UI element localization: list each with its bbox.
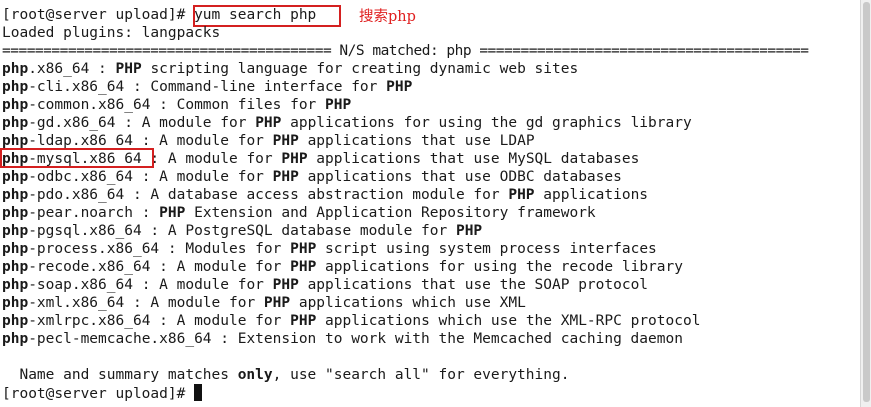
matched-header: ========================================… xyxy=(2,43,809,59)
result-php-keyword: PHP xyxy=(272,133,299,149)
final-prompt-line[interactable]: [root@server upload]# xyxy=(2,384,203,402)
result-description: -cli.x86_64 : Command-line interface for xyxy=(28,79,387,95)
result-package-keyword: php xyxy=(2,313,29,329)
result-row: php-soap.x86_64 : A module for PHP appli… xyxy=(2,276,648,294)
result-php-keyword: PHP xyxy=(325,97,352,113)
result-package-keyword: php xyxy=(2,295,29,311)
result-package-keyword: php xyxy=(2,331,29,347)
result-php-keyword: PHP xyxy=(508,187,535,203)
result-package-keyword: php xyxy=(2,61,29,77)
result-row: php-pecl-memcache.x86_64 : Extension to … xyxy=(2,330,683,348)
result-row: php.x86_64 : PHP scripting language for … xyxy=(2,60,578,78)
result-description-rest: applications which use the XML-RPC proto… xyxy=(316,313,701,329)
result-php-keyword: PHP xyxy=(255,115,282,131)
plugins-line: Loaded plugins: langpacks xyxy=(2,25,221,41)
result-package-keyword: php xyxy=(2,205,29,221)
scrollbar-thumb[interactable] xyxy=(863,2,870,402)
result-description-rest: applications for using the gd graphics l… xyxy=(281,115,692,131)
text-cursor xyxy=(194,384,203,401)
vertical-scrollbar[interactable] xyxy=(860,0,871,407)
result-description-rest: Extension and Application Repository fra… xyxy=(185,205,596,221)
search-annotation: 搜索php xyxy=(359,9,416,25)
summary-line: Name and summary matches only, use "sear… xyxy=(2,366,569,384)
result-description: -xml.x86_64 : A module for xyxy=(28,295,264,311)
result-package-keyword: php xyxy=(2,223,29,239)
result-description: -pgsql.x86_64 : A PostgreSQL database mo… xyxy=(28,223,456,239)
result-php-keyword: PHP xyxy=(115,61,142,77)
result-description-rest: scripting language for creating dynamic … xyxy=(141,61,579,77)
summary-rest: , use "search all" for everything. xyxy=(272,367,570,383)
result-php-keyword: PHP xyxy=(272,169,299,185)
result-row: php-recode.x86_64 : A module for PHP app… xyxy=(2,258,683,276)
php-mysql-highlight-box xyxy=(0,148,154,168)
result-php-keyword: PHP xyxy=(290,259,317,275)
result-description: -pecl-memcache.x86_64 : Extension to wor… xyxy=(28,331,683,347)
result-description-rest: applications that use MySQL databases xyxy=(307,151,640,167)
result-description: -xmlrpc.x86_64 : A module for xyxy=(28,313,291,329)
result-description: -gd.x86_64 : A module for xyxy=(28,115,256,131)
result-php-keyword: PHP xyxy=(386,79,413,95)
summary-only: only xyxy=(237,367,273,383)
result-description: -pear.noarch : xyxy=(28,205,160,221)
result-package-keyword: php xyxy=(2,259,29,275)
result-php-keyword: PHP xyxy=(263,295,291,311)
result-php-keyword: PHP xyxy=(290,241,317,257)
result-php-keyword: PHP xyxy=(455,223,483,239)
result-description-rest: script using system process interfaces xyxy=(316,241,657,257)
result-php-keyword: PHP xyxy=(159,205,186,221)
result-description: -common.x86_64 : Common files for xyxy=(28,97,326,113)
result-package-keyword: php xyxy=(2,115,29,131)
result-row: php-cli.x86_64 : Command-line interface … xyxy=(2,78,412,96)
result-description-rest: applications that use the SOAP protocol xyxy=(298,277,649,293)
result-description-rest: applications that use LDAP xyxy=(298,133,535,149)
result-row: php-xml.x86_64 : A module for PHP applic… xyxy=(2,294,526,312)
shell-prompt: [root@server upload]# xyxy=(2,7,186,23)
result-row: php-common.x86_64 : Common files for PHP xyxy=(2,96,351,114)
result-description-rest: applications xyxy=(534,187,649,203)
final-prompt: [root@server upload]# xyxy=(2,386,186,402)
result-description-rest: applications for using the recode librar… xyxy=(316,259,683,275)
result-package-keyword: php xyxy=(2,169,29,185)
result-description-rest: applications which use XML xyxy=(290,295,526,311)
result-description: -recode.x86_64 : A module for xyxy=(28,259,291,275)
result-php-keyword: PHP xyxy=(272,277,299,293)
result-package-keyword: php xyxy=(2,241,29,257)
result-row: php-process.x86_64 : Modules for PHP scr… xyxy=(2,240,657,258)
result-php-keyword: PHP xyxy=(290,313,317,329)
terminal-window[interactable]: [root@server upload]# yum search php 搜索p… xyxy=(0,0,871,407)
result-package-keyword: php xyxy=(2,277,29,293)
result-package-keyword: php xyxy=(2,97,29,113)
result-description: .x86_64 : xyxy=(28,61,116,77)
result-row: php-xmlrpc.x86_64 : A module for PHP app… xyxy=(2,312,700,330)
result-description: -process.x86_64 : Modules for xyxy=(28,241,291,257)
result-package-keyword: php xyxy=(2,133,29,149)
result-php-keyword: PHP xyxy=(281,151,308,167)
result-description-rest: applications that use ODBC databases xyxy=(298,169,622,185)
result-description: -pdo.x86_64 : A database access abstract… xyxy=(28,187,509,203)
result-package-keyword: php xyxy=(2,79,29,95)
result-row: php-gd.x86_64 : A module for PHP applica… xyxy=(2,114,692,132)
result-package-keyword: php xyxy=(2,187,29,203)
result-row: php-odbc.x86_64 : A module for PHP appli… xyxy=(2,168,622,186)
result-row: php-pear.noarch : PHP Extension and Appl… xyxy=(2,204,596,222)
summary-text: Name and summary matches xyxy=(2,367,238,383)
result-description: -ldap.x86_64 : A module for xyxy=(28,133,273,149)
result-description: -odbc.x86_64 : A module for xyxy=(28,169,273,185)
result-row: php-pdo.x86_64 : A database access abstr… xyxy=(2,186,648,204)
result-description: -soap.x86_64 : A module for xyxy=(28,277,273,293)
result-row: php-pgsql.x86_64 : A PostgreSQL database… xyxy=(2,222,482,240)
